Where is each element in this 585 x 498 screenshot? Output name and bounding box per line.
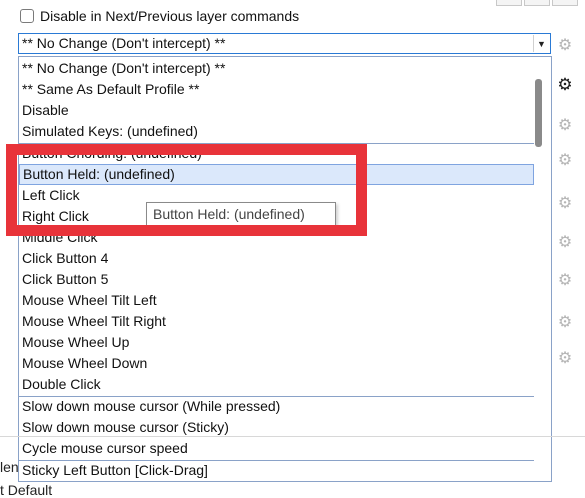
gear-icon[interactable]: ⚙: [555, 232, 575, 252]
action-combobox-value: ** No Change (Don't intercept) **: [22, 35, 226, 51]
list-item[interactable]: Middle Click: [19, 227, 534, 248]
action-dropdown-list[interactable]: ** No Change (Don't intercept) ** ** Sam…: [18, 56, 552, 482]
list-item-selected[interactable]: Button Held: (undefined): [19, 164, 534, 185]
list-item[interactable]: ** No Change (Don't intercept) **: [19, 58, 534, 79]
list-scrollbar-thumb[interactable]: [535, 79, 542, 147]
list-item[interactable]: Sticky Left Button [Click-Drag]: [19, 460, 534, 481]
list-item[interactable]: Slow down mouse cursor (While pressed): [19, 396, 534, 417]
list-item[interactable]: Cycle mouse cursor speed: [19, 438, 534, 459]
list-item[interactable]: Mouse Wheel Down: [19, 353, 534, 374]
panel-divider: [0, 436, 585, 437]
list-item[interactable]: Mouse Wheel Tilt Right: [19, 311, 534, 332]
toolbar-button-1[interactable]: [496, 0, 522, 6]
list-item[interactable]: Double Click: [19, 374, 534, 395]
list-item[interactable]: ** Same As Default Profile **: [19, 79, 534, 100]
toolbar-button-3[interactable]: [552, 0, 578, 6]
list-item[interactable]: Mouse Wheel Up: [19, 332, 534, 353]
disable-layer-commands-option[interactable]: Disable in Next/Previous layer commands: [20, 6, 299, 26]
gear-icon[interactable]: ⚙: [555, 270, 575, 290]
list-item[interactable]: Click Button 4: [19, 248, 534, 269]
gear-icon[interactable]: ⚙: [555, 150, 575, 170]
gear-icon[interactable]: ⚙: [555, 75, 575, 95]
list-item[interactable]: Click Button 5: [19, 269, 534, 290]
gear-icon[interactable]: ⚙: [555, 312, 575, 332]
list-item[interactable]: Mouse Wheel Tilt Left: [19, 290, 534, 311]
cut-off-label: len: [0, 459, 19, 475]
action-combobox[interactable]: ** No Change (Don't intercept) ** ▼: [18, 33, 551, 54]
toolbar-button-2[interactable]: [524, 0, 550, 6]
cut-off-label: t Default: [0, 482, 53, 498]
item-tooltip: Button Held: (undefined): [146, 202, 336, 226]
gear-icon[interactable]: ⚙: [555, 35, 575, 55]
gear-icon[interactable]: ⚙: [555, 115, 575, 135]
checkbox-unchecked-icon[interactable]: [20, 9, 34, 23]
gear-icon[interactable]: ⚙: [555, 348, 575, 368]
chevron-down-icon[interactable]: ▼: [533, 35, 549, 52]
list-item[interactable]: Slow down mouse cursor (Sticky): [19, 417, 534, 438]
list-item[interactable]: Button Chording: (undefined): [19, 143, 534, 164]
gear-icon[interactable]: ⚙: [555, 193, 575, 213]
disable-layer-commands-label: Disable in Next/Previous layer commands: [40, 8, 300, 24]
list-item[interactable]: Simulated Keys: (undefined): [19, 121, 534, 142]
list-item[interactable]: Disable: [19, 100, 534, 121]
